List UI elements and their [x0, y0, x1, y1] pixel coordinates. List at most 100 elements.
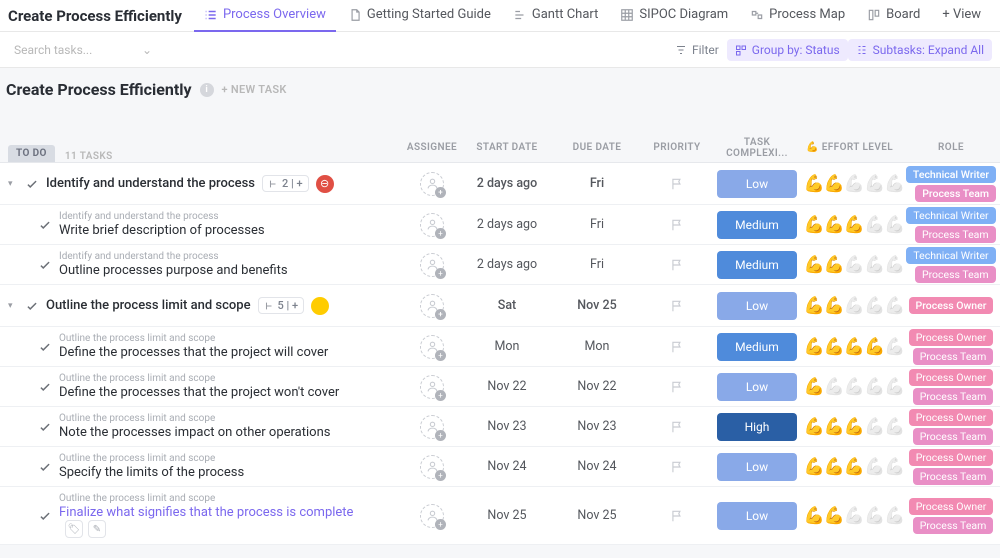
table-row[interactable]: Outline the process limit and scopeSpeci…	[0, 447, 1000, 487]
assignee-avatar[interactable]: +	[420, 504, 444, 528]
due-date[interactable]: Nov 23	[552, 419, 642, 434]
assignee-avatar[interactable]: +	[420, 294, 444, 318]
role-tag[interactable]: Process Team	[915, 185, 996, 202]
status-check-icon[interactable]	[25, 299, 39, 313]
info-icon[interactable]: i	[200, 83, 214, 97]
role-tag[interactable]: Process Owner	[909, 329, 994, 346]
start-date[interactable]: Sat	[462, 298, 552, 313]
status-check-icon[interactable]	[38, 258, 52, 272]
table-row[interactable]: Outline the process limit and scopeFinal…	[0, 487, 1000, 545]
edit-icon[interactable]: ✎	[88, 520, 106, 538]
tab-board[interactable]: Board	[857, 0, 930, 32]
role-tag[interactable]: Process Team	[915, 226, 996, 243]
complexity-badge[interactable]: Medium	[717, 333, 797, 361]
table-row[interactable]: Outline the process limit and scopeDefin…	[0, 367, 1000, 407]
due-date[interactable]: Fri	[552, 257, 642, 272]
status-check-icon[interactable]	[38, 460, 52, 474]
assignee-avatar[interactable]: +	[420, 253, 444, 277]
role-tag[interactable]: Process Owner	[909, 498, 994, 515]
assignee-avatar[interactable]: +	[420, 335, 444, 359]
flag-icon[interactable]	[670, 218, 684, 232]
flag-icon[interactable]	[670, 380, 684, 394]
role-tag[interactable]: Process Team	[915, 266, 996, 283]
filter-button[interactable]: Filter	[667, 39, 727, 61]
status-check-icon[interactable]	[38, 380, 52, 394]
role-tag[interactable]: Process Team	[913, 468, 994, 485]
complexity-badge[interactable]: Medium	[717, 251, 797, 279]
table-row[interactable]: Outline the process limit and scopeDefin…	[0, 327, 1000, 367]
due-date[interactable]: Mon	[552, 339, 642, 354]
due-date[interactable]: Fri	[552, 217, 642, 232]
col-effort[interactable]: 💪 EFFORT LEVEL	[802, 142, 902, 153]
table-row[interactable]: ▾Outline the process limit and scope 5 |…	[0, 285, 1000, 327]
due-date[interactable]: Nov 24	[552, 459, 642, 474]
assignee-avatar[interactable]: +	[420, 172, 444, 196]
flag-icon[interactable]	[670, 460, 684, 474]
tab-sipoc-diagram[interactable]: SIPOC Diagram	[610, 0, 738, 32]
group-by-button[interactable]: Group by: Status	[727, 39, 848, 61]
expand-caret-icon[interactable]: ▾	[8, 179, 18, 189]
role-tag[interactable]: Process Team	[913, 348, 994, 365]
role-tag[interactable]: Process Team	[913, 388, 994, 405]
role-tag[interactable]: Technical Writer	[906, 166, 996, 183]
start-date[interactable]: 2 days ago	[462, 257, 552, 272]
subtask-count-pill[interactable]: 5 | +	[258, 297, 305, 314]
start-date[interactable]: Mon	[462, 339, 552, 354]
tab-process-overview[interactable]: Process Overview	[194, 0, 336, 32]
table-row[interactable]: Outline the process limit and scopeNote …	[0, 407, 1000, 447]
start-date[interactable]: 2 days ago	[462, 217, 552, 232]
status-check-icon[interactable]	[38, 420, 52, 434]
status-check-icon[interactable]	[38, 218, 52, 232]
col-assignee[interactable]: ASSIGNEE	[402, 142, 462, 153]
table-row[interactable]: ▾Identify and understand the process 2 |…	[0, 163, 1000, 205]
due-date[interactable]: Fri	[552, 176, 642, 191]
due-date[interactable]: Nov 22	[552, 379, 642, 394]
assignee-avatar[interactable]: +	[420, 375, 444, 399]
start-date[interactable]: Nov 24	[462, 459, 552, 474]
due-date[interactable]: Nov 25	[552, 298, 642, 313]
complexity-badge[interactable]: Low	[717, 453, 797, 481]
complexity-badge[interactable]: High	[717, 413, 797, 441]
status-check-icon[interactable]	[38, 340, 52, 354]
status-check-icon[interactable]	[38, 509, 52, 523]
add-view-button[interactable]: + View	[932, 0, 991, 32]
new-task-button[interactable]: + NEW TASK	[222, 83, 287, 96]
role-tag[interactable]: Process Owner	[909, 409, 994, 426]
complexity-badge[interactable]: Low	[717, 502, 797, 530]
table-row[interactable]: Identify and understand the processWrite…	[0, 205, 1000, 245]
assignee-avatar[interactable]: +	[420, 455, 444, 479]
complexity-badge[interactable]: Low	[717, 170, 797, 198]
flag-icon[interactable]	[670, 420, 684, 434]
start-date[interactable]: Nov 23	[462, 419, 552, 434]
complexity-badge[interactable]: Low	[717, 292, 797, 320]
tab-process-map[interactable]: Process Map	[740, 0, 855, 32]
tab-gantt-chart[interactable]: Gantt Chart	[503, 0, 609, 32]
col-start-date[interactable]: START DATE	[462, 142, 552, 153]
status-check-icon[interactable]	[25, 177, 39, 191]
col-priority[interactable]: PRIORITY	[642, 142, 712, 153]
tab-getting-started-guide[interactable]: Getting Started Guide	[338, 0, 501, 32]
subtask-count-pill[interactable]: 2 | +	[262, 175, 309, 192]
role-tag[interactable]: Process Team	[913, 428, 994, 445]
start-date[interactable]: 2 days ago	[462, 176, 552, 191]
due-date[interactable]: Nov 25	[552, 508, 642, 523]
expand-caret-icon[interactable]: ▾	[8, 301, 18, 311]
table-row[interactable]: Identify and understand the processOutli…	[0, 245, 1000, 285]
role-tag[interactable]: Process Team	[913, 517, 994, 534]
role-tag[interactable]: Process Owner	[909, 297, 994, 314]
assignee-avatar[interactable]: +	[420, 213, 444, 237]
start-date[interactable]: Nov 22	[462, 379, 552, 394]
flag-icon[interactable]	[670, 258, 684, 272]
tag-icon[interactable]: 🏷	[65, 520, 83, 538]
flag-icon[interactable]	[670, 177, 684, 191]
assignee-avatar[interactable]: +	[420, 415, 444, 439]
role-tag[interactable]: Technical Writer	[906, 247, 995, 264]
flag-icon[interactable]	[670, 509, 684, 523]
search-input[interactable]: Search tasks... ⌄	[8, 37, 158, 63]
role-tag[interactable]: Process Owner	[909, 369, 994, 386]
role-tag[interactable]: Process Owner	[909, 449, 994, 466]
complexity-badge[interactable]: Medium	[717, 211, 797, 239]
col-role[interactable]: ROLE	[902, 142, 1000, 153]
flag-icon[interactable]	[670, 299, 684, 313]
col-due-date[interactable]: DUE DATE	[552, 142, 642, 153]
